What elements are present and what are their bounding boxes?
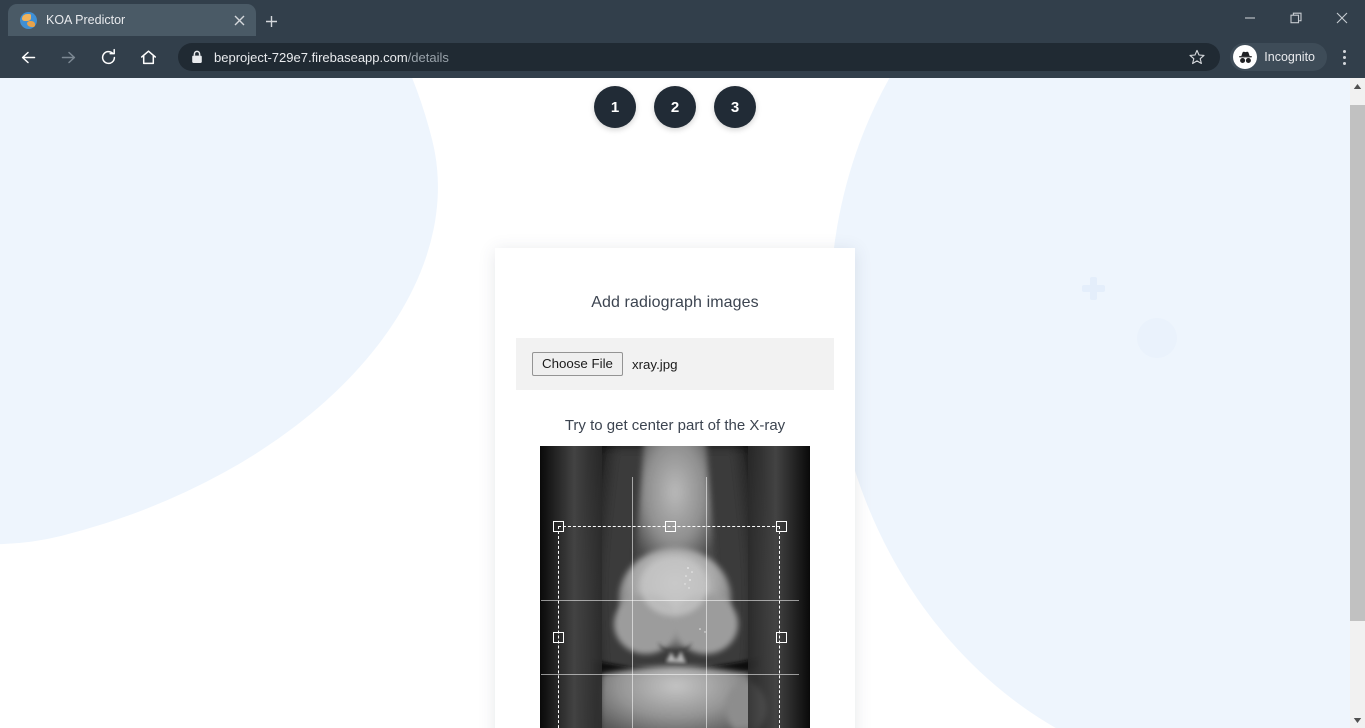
star-icon[interactable] (1184, 44, 1210, 70)
close-window-button[interactable] (1319, 0, 1365, 36)
page-viewport: 1 2 3 Add radiograph images Choose File … (0, 78, 1365, 728)
browser-toolbar: beproject-729e7.firebaseapp.com/details … (0, 36, 1365, 78)
card-title: Add radiograph images (591, 294, 759, 311)
reload-icon[interactable] (92, 41, 124, 73)
step-button-2[interactable]: 2 (654, 86, 696, 128)
crop-grid-line-vertical-2 (706, 477, 707, 728)
forward-icon[interactable] (52, 41, 84, 73)
upload-card: Add radiograph images Choose File xray.j… (495, 248, 855, 728)
url-path: /details (407, 49, 449, 65)
url-text: beproject-729e7.firebaseapp.com/details (214, 50, 1184, 65)
restore-button[interactable] (1273, 0, 1319, 36)
back-icon[interactable] (12, 41, 44, 73)
url-host: beproject-729e7.firebaseapp.com (214, 49, 408, 65)
home-icon[interactable] (132, 41, 164, 73)
browser-window: KOA Predictor beproject-729e7.firebaseap… (0, 0, 1365, 728)
scrollbar-thumb[interactable] (1350, 105, 1365, 621)
decorative-blob-right (830, 78, 1350, 728)
koa-predictor-favicon (20, 11, 37, 29)
address-bar[interactable]: beproject-729e7.firebaseapp.com/details (178, 43, 1221, 71)
selected-file-name: xray.jpg (631, 356, 678, 372)
close-tab-icon[interactable] (230, 11, 248, 29)
window-controls (1227, 0, 1365, 36)
crop-selection-box[interactable] (541, 477, 799, 728)
crop-handle-middle-left[interactable] (553, 632, 564, 643)
incognito-indicator[interactable]: Incognito (1230, 43, 1327, 71)
incognito-icon (1233, 45, 1258, 69)
minimize-button[interactable] (1227, 0, 1273, 36)
page-scrollbar[interactable] (1350, 78, 1365, 728)
step-indicator: 1 2 3 (0, 78, 1350, 128)
crop-grid-line-vertical-1 (632, 477, 633, 728)
crop-handle-top-left[interactable] (553, 521, 564, 532)
step-button-3[interactable]: 3 (714, 86, 756, 128)
decorative-plus-icon (1082, 277, 1105, 300)
step-button-1[interactable]: 1 (594, 86, 636, 128)
crop-hint-text: Try to get center part of the X-ray (564, 417, 786, 434)
crop-grid-line-horizontal-2 (541, 674, 799, 675)
crop-handle-middle-right[interactable] (776, 632, 787, 643)
decorative-circle (1137, 318, 1177, 358)
incognito-label: Incognito (1264, 50, 1315, 64)
tab-title: KOA Predictor (46, 13, 126, 27)
choose-file-button[interactable]: Choose File (532, 352, 623, 376)
decorative-blob-left (0, 78, 504, 610)
browser-tab[interactable]: KOA Predictor (8, 4, 256, 36)
image-cropper[interactable] (540, 446, 810, 728)
browser-menu-icon[interactable] (1331, 41, 1357, 73)
crop-grid-line-horizontal-1 (541, 600, 799, 601)
web-page: 1 2 3 Add radiograph images Choose File … (0, 78, 1350, 728)
lock-icon (191, 50, 203, 64)
scrollbar-down-arrow[interactable] (1350, 712, 1365, 728)
scrollbar-up-arrow[interactable] (1350, 78, 1365, 94)
new-tab-button[interactable] (258, 8, 284, 34)
crop-handle-top-center[interactable] (665, 521, 676, 532)
tab-strip: KOA Predictor (0, 0, 1365, 36)
crop-handle-top-right[interactable] (776, 521, 787, 532)
file-input-row[interactable]: Choose File xray.jpg (516, 338, 834, 390)
